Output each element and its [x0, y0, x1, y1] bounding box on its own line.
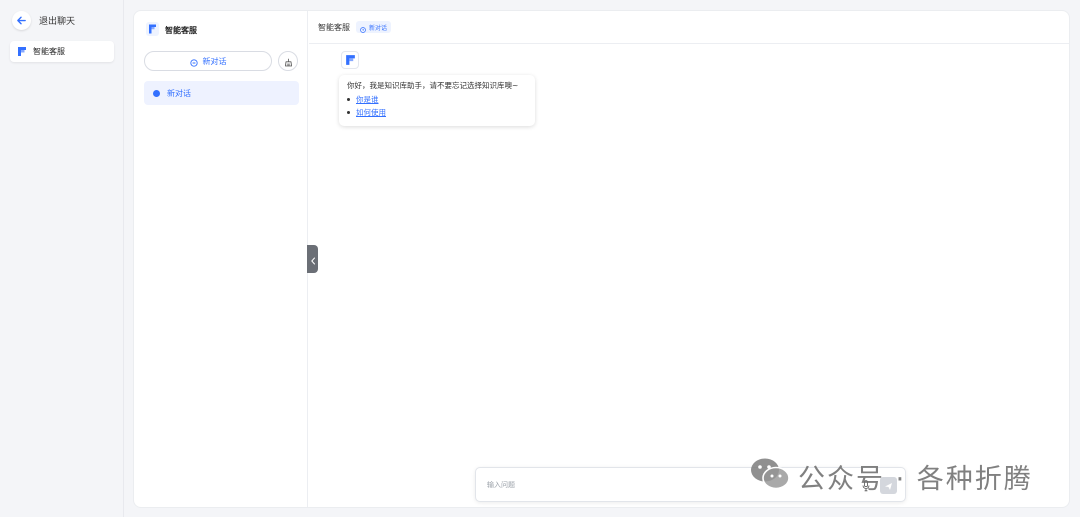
app-logo-icon: [17, 42, 27, 61]
collapse-panel-handle[interactable]: [307, 245, 318, 273]
send-icon: [884, 476, 893, 495]
app-logo-icon: [146, 21, 159, 40]
outer-sidebar: 退出聊天 智能客服: [0, 0, 124, 517]
suggestion-item: 如何使用: [347, 106, 527, 119]
new-chat-label: 新对话: [202, 56, 227, 66]
suggestion-link-howto[interactable]: 如何使用: [356, 106, 386, 119]
history-panel-title: 智能客服: [165, 26, 197, 35]
suggestion-item: 你是谁: [347, 93, 527, 106]
bot-avatar: [341, 51, 359, 69]
chat-input-box: [475, 467, 906, 502]
chat-bubble-icon: [153, 89, 160, 97]
chat-title: 智能客服: [318, 22, 350, 32]
sidebar-item-app[interactable]: 智能客服: [10, 41, 114, 62]
bullet-icon: [347, 98, 350, 101]
exit-chat-label: 退出聊天: [39, 17, 76, 27]
suggestion-link-who[interactable]: 你是谁: [356, 93, 379, 106]
bullet-icon: [347, 111, 350, 114]
broom-icon: [284, 52, 293, 71]
exit-chat-button[interactable]: 退出聊天: [12, 11, 75, 30]
history-item-label: 新对话: [167, 88, 191, 98]
microphone-icon[interactable]: [861, 479, 871, 493]
new-chat-button[interactable]: 新对话: [144, 51, 272, 71]
bot-message-bubble: 你好，我是知识库助手，请不要忘记选择知识库噢~ 你是谁 如何使用: [339, 75, 535, 126]
send-button[interactable]: [880, 477, 897, 494]
new-chat-badge-label: 新对话: [369, 24, 388, 32]
history-item[interactable]: 新对话: [144, 81, 299, 105]
main-card: 智能客服 新对话 新对话 智能客服 新对话 你好，我是知识库助手，请不要忘记选择…: [133, 10, 1070, 508]
chevron-left-icon: [310, 250, 316, 269]
chat-header: 智能客服 新对话: [309, 11, 1069, 44]
chat-input[interactable]: [487, 480, 905, 489]
welcome-message: 你好，我是知识库助手，请不要忘记选择知识库噢~: [347, 81, 519, 90]
history-panel: 智能客服 新对话 新对话: [134, 11, 308, 507]
clock-icon: [360, 18, 366, 37]
new-chat-icon: [189, 52, 198, 71]
app-item-label: 智能客服: [33, 47, 65, 56]
clear-history-button[interactable]: [278, 51, 298, 71]
arrow-left-icon: [12, 11, 31, 30]
chat-area: 智能客服 新对话 你好，我是知识库助手，请不要忘记选择知识库噢~ 你是谁 如何使…: [309, 11, 1069, 507]
new-chat-badge: 新对话: [356, 21, 392, 33]
history-panel-header: 智能客服: [146, 21, 197, 40]
app-logo-icon: [345, 51, 356, 70]
suggestion-list: 你是谁 如何使用: [347, 93, 527, 119]
